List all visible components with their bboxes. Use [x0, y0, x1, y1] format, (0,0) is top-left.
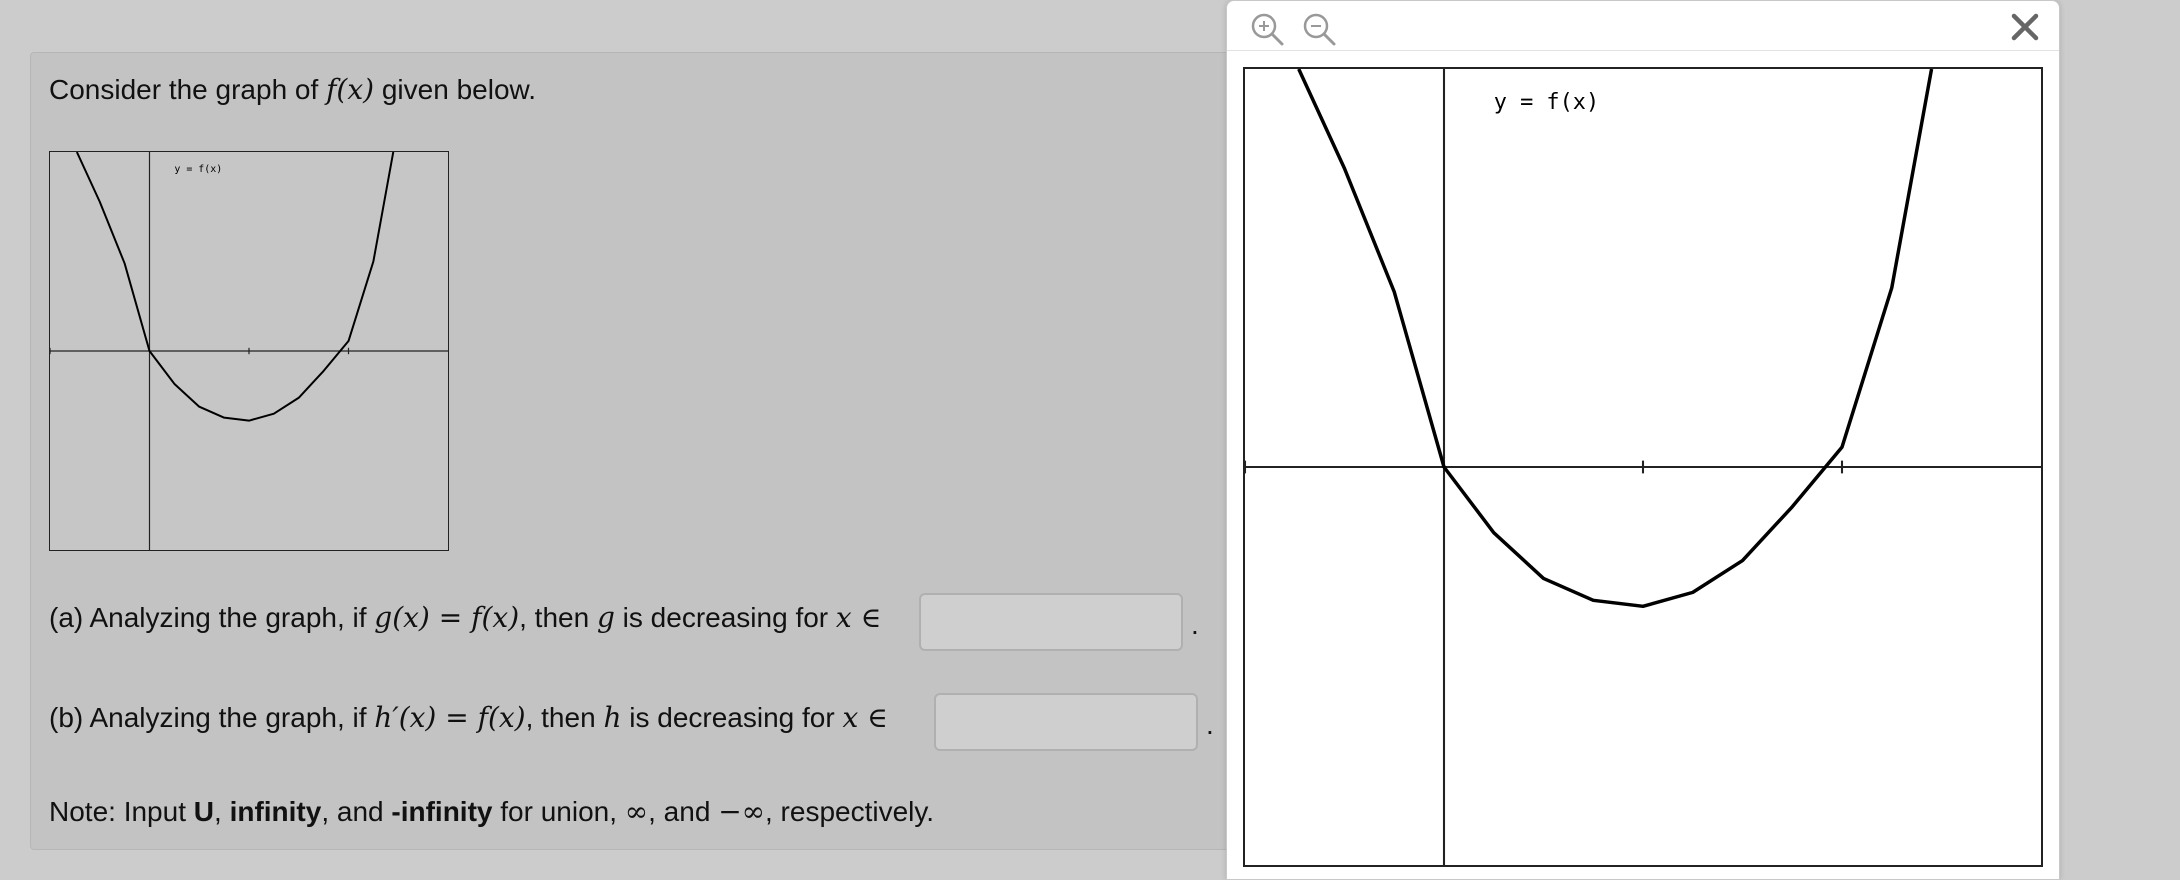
part-a-answer-input[interactable] — [919, 593, 1183, 651]
part-a-equation: g(x) = f(x) — [374, 601, 520, 634]
popup-toolbar — [1227, 1, 2059, 51]
page: Consider the graph of f(x) given below. … — [0, 0, 2180, 880]
part-b-answer-input[interactable] — [934, 693, 1198, 751]
close-icon[interactable] — [2009, 11, 2041, 43]
part-b-text: (b) Analyzing the graph, if h′(x) = f(x)… — [49, 701, 888, 734]
part-b-equation: h′(x) = f(x) — [374, 701, 526, 734]
part-a-period: . — [1191, 609, 1199, 640]
zoom-out-icon[interactable] — [1301, 11, 1337, 47]
small-graph[interactable]: y = f(x) — [49, 151, 449, 551]
graph-zoom-popup: y = f(x) — [1226, 0, 2060, 880]
graph-label: y = f(x) — [1494, 90, 1599, 115]
input-note: Note: Input U, infinity, and -infinity f… — [49, 795, 935, 828]
large-graph: y = f(x) — [1243, 67, 2043, 867]
graph-label: y = f(x) — [174, 164, 222, 175]
zoom-in-icon[interactable] — [1249, 11, 1285, 47]
question-prompt: Consider the graph of f(x) given below. — [49, 73, 536, 106]
part-b-period: . — [1206, 709, 1214, 740]
function-curve — [1297, 69, 1934, 609]
function-curve — [75, 152, 395, 422]
function-f-of-x: f(x) — [326, 73, 375, 106]
part-a-text: (a) Analyzing the graph, if g(x) = f(x),… — [49, 601, 882, 634]
